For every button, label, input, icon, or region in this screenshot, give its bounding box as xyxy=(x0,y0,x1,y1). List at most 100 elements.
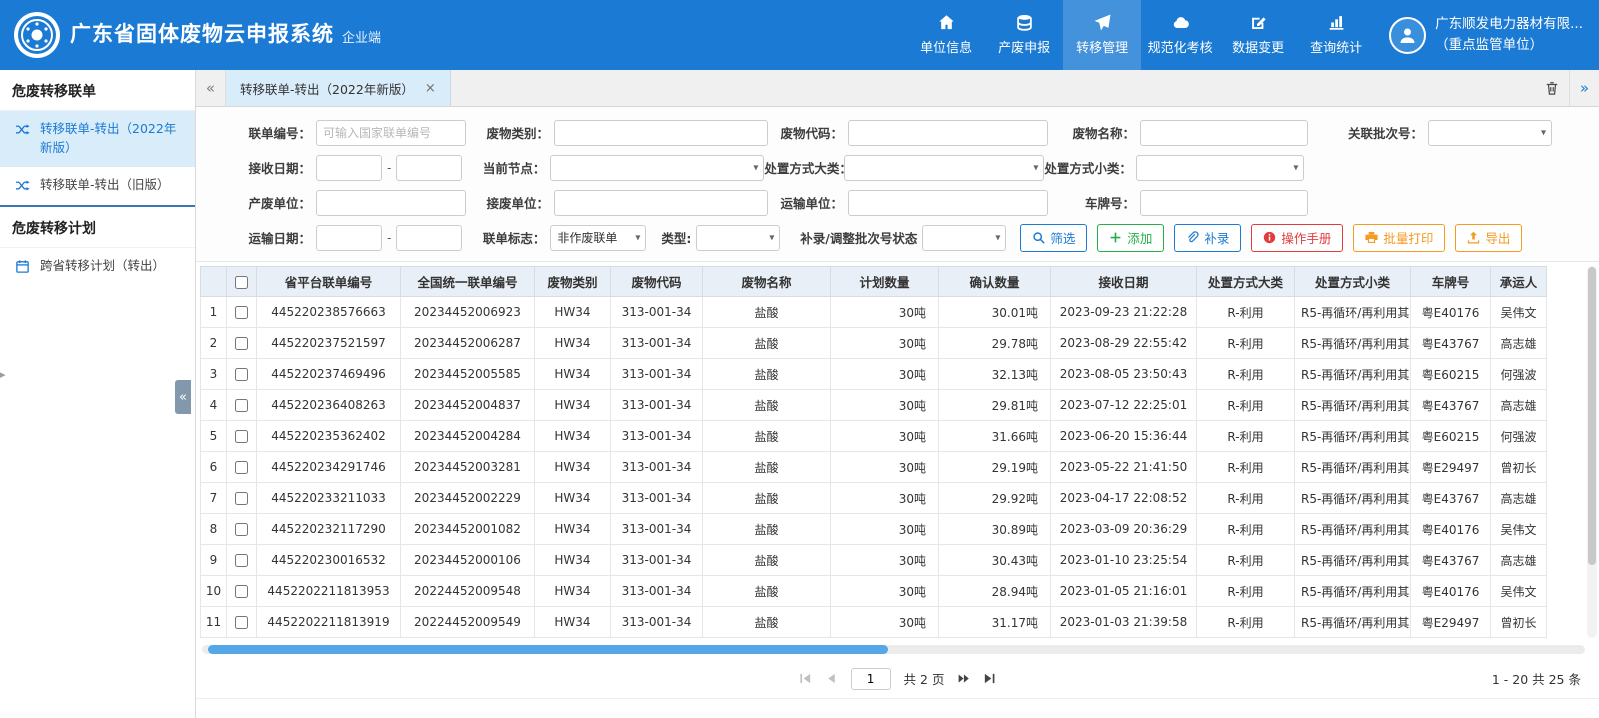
manifest-flag-select[interactable]: 非作废联单 xyxy=(550,225,646,251)
sidebar-collapse-handle[interactable]: « xyxy=(175,380,191,414)
cell-disposal-minor: R5-再循环/再利用其 xyxy=(1295,576,1411,607)
cell-waste-name: 盐酸 xyxy=(703,576,831,607)
table-row[interactable]: 9 445220230016532 20234452000106 HW34 31… xyxy=(201,545,1547,576)
receive-date-end-input[interactable] xyxy=(396,155,462,181)
row-checkbox[interactable] xyxy=(235,492,248,505)
batch-print-button[interactable]: 批量打印 xyxy=(1353,224,1445,252)
row-checkbox[interactable] xyxy=(235,523,248,536)
first-page-button[interactable] xyxy=(799,672,812,685)
waste-code-input[interactable] xyxy=(848,120,1048,146)
add-button[interactable]: 添加 xyxy=(1097,224,1164,252)
next-page-button[interactable] xyxy=(957,672,970,685)
transport-date-end-input[interactable] xyxy=(396,225,462,251)
manual-button[interactable]: 操作手册 xyxy=(1251,224,1343,252)
vertical-scrollbar-thumb[interactable] xyxy=(1588,267,1596,565)
last-page-button[interactable] xyxy=(983,672,996,685)
table-row[interactable]: 11 4452202211813919 20224452009549 HW34 … xyxy=(201,607,1547,638)
filter-label-manifest-no: 联单编号： xyxy=(196,123,316,142)
app-logo xyxy=(14,12,60,58)
row-checkbox-cell xyxy=(227,359,257,390)
nav-item-waste-declare[interactable]: 产废申报 xyxy=(985,0,1063,70)
manifest-no-input[interactable] xyxy=(316,120,466,146)
row-index: 4 xyxy=(201,390,227,421)
row-checkbox[interactable] xyxy=(235,554,248,567)
cell-receive-date: 2023-08-29 22:55:42 xyxy=(1051,328,1197,359)
row-checkbox[interactable] xyxy=(235,306,248,319)
filter-label-related-batch: 关联批次号： xyxy=(1308,123,1428,142)
table-row[interactable]: 3 445220237469496 20234452005585 HW34 31… xyxy=(201,359,1547,390)
cell-waste-code: 313-001-34 xyxy=(611,390,703,421)
cell-carrier: 何强波 xyxy=(1491,421,1547,452)
cell-disposal-major: R-利用 xyxy=(1197,421,1295,452)
cell-plate-no: 粤E43767 xyxy=(1411,545,1491,576)
receiver-unit-input[interactable] xyxy=(554,190,768,216)
app-subtitle: 企业端 xyxy=(342,27,381,46)
table-row[interactable]: 10 4452202211813953 20224452009548 HW34 … xyxy=(201,576,1547,607)
transport-unit-input[interactable] xyxy=(848,190,1048,216)
row-checkbox[interactable] xyxy=(235,399,248,412)
cell-receive-date: 2023-09-23 21:22:28 xyxy=(1051,297,1197,328)
nav-item-data-change[interactable]: 数据变更 xyxy=(1219,0,1297,70)
row-checkbox[interactable] xyxy=(235,461,248,474)
tab-transfer-out-2022[interactable]: 转移联单-转出（2022年新版） × xyxy=(226,70,451,106)
waste-name-input[interactable] xyxy=(1140,120,1308,146)
sidebar-item-cross-province-plan[interactable]: 跨省转移计划（转出） xyxy=(0,248,195,285)
related-batch-select[interactable] xyxy=(1428,120,1552,146)
cell-province-manifest-no: 445220233211033 xyxy=(257,483,401,514)
row-checkbox[interactable] xyxy=(235,616,248,629)
sidebar-item-transfer-out-2022[interactable]: 转移联单-转出（2022年新版） xyxy=(0,111,195,167)
plate-no-input[interactable] xyxy=(1140,190,1308,216)
user-box[interactable]: 广东顺发电力器材有限... （重点监管单位） xyxy=(1375,14,1599,56)
nav-item-unit-info[interactable]: 单位信息 xyxy=(907,0,985,70)
waste-category-input[interactable] xyxy=(554,120,768,146)
table-row[interactable]: 4 445220236408263 20234452004837 HW34 31… xyxy=(201,390,1547,421)
producer-unit-input[interactable] xyxy=(316,190,466,216)
type-select[interactable] xyxy=(696,225,780,251)
table-row[interactable]: 7 445220233211033 20234452002229 HW34 31… xyxy=(201,483,1547,514)
filter-label-waste-code: 废物代码： xyxy=(768,123,848,142)
table-row[interactable]: 2 445220237521597 20234452006287 HW34 31… xyxy=(201,328,1547,359)
user-tag: （重点监管单位） xyxy=(1435,35,1583,56)
prev-page-button[interactable] xyxy=(825,672,838,685)
tab-scroll-left-button[interactable]: « xyxy=(196,70,226,106)
filter-label-disposal-major: 处置方式大类： xyxy=(764,158,844,177)
table-row[interactable]: 5 445220235362402 20234452004284 HW34 31… xyxy=(201,421,1547,452)
shuffle-icon xyxy=(15,122,31,137)
receive-date-start-input[interactable] xyxy=(316,155,382,181)
nav-item-transfer-manage[interactable]: 转移管理 xyxy=(1063,0,1141,70)
supplement-button[interactable]: 补录 xyxy=(1174,224,1241,252)
nav-item-label: 规范化考核 xyxy=(1148,37,1213,56)
cell-disposal-minor: R5-再循环/再利用其 xyxy=(1295,607,1411,638)
table-row[interactable]: 1 445220238576663 20234452006923 HW34 31… xyxy=(201,297,1547,328)
cell-confirmed-qty: 32.13吨 xyxy=(939,359,1051,390)
page-number-input[interactable] xyxy=(851,668,891,690)
export-button[interactable]: 导出 xyxy=(1455,224,1522,252)
filter-button[interactable]: 筛选 xyxy=(1020,224,1087,252)
row-checkbox[interactable] xyxy=(235,585,248,598)
horizontal-scrollbar[interactable] xyxy=(202,645,1585,654)
row-checkbox[interactable] xyxy=(235,337,248,350)
row-checkbox-cell xyxy=(227,421,257,452)
tab-close-icon[interactable]: × xyxy=(425,81,436,96)
table-row[interactable]: 8 445220232117290 20234452001082 HW34 31… xyxy=(201,514,1547,545)
row-checkbox[interactable] xyxy=(235,368,248,381)
disposal-major-select[interactable] xyxy=(844,155,1044,181)
record-range-summary: 1 - 20 共 25 条 xyxy=(1492,669,1581,688)
nav-item-standard-assess[interactable]: 规范化考核 xyxy=(1141,0,1219,70)
row-checkbox[interactable] xyxy=(235,430,248,443)
disposal-minor-select[interactable] xyxy=(1136,155,1304,181)
horizontal-scrollbar-thumb[interactable] xyxy=(208,645,888,654)
sidebar-item-transfer-out-old[interactable]: 转移联单-转出（旧版） xyxy=(0,167,195,204)
cell-confirmed-qty: 30.43吨 xyxy=(939,545,1051,576)
panel-expand-arrow[interactable]: ▸ xyxy=(0,368,6,382)
tab-scroll-right-button[interactable]: » xyxy=(1569,70,1599,106)
table-row[interactable]: 6 445220234291746 20234452003281 HW34 31… xyxy=(201,452,1547,483)
cell-national-manifest-no: 20224452009549 xyxy=(401,607,535,638)
batch-status-select[interactable] xyxy=(922,225,1006,251)
vertical-scrollbar[interactable] xyxy=(1587,266,1597,638)
select-all-checkbox[interactable] xyxy=(235,276,248,289)
trash-icon[interactable] xyxy=(1535,70,1569,106)
nav-item-query-stats[interactable]: 查询统计 xyxy=(1297,0,1375,70)
current-node-select[interactable] xyxy=(550,155,764,181)
transport-date-start-input[interactable] xyxy=(316,225,382,251)
